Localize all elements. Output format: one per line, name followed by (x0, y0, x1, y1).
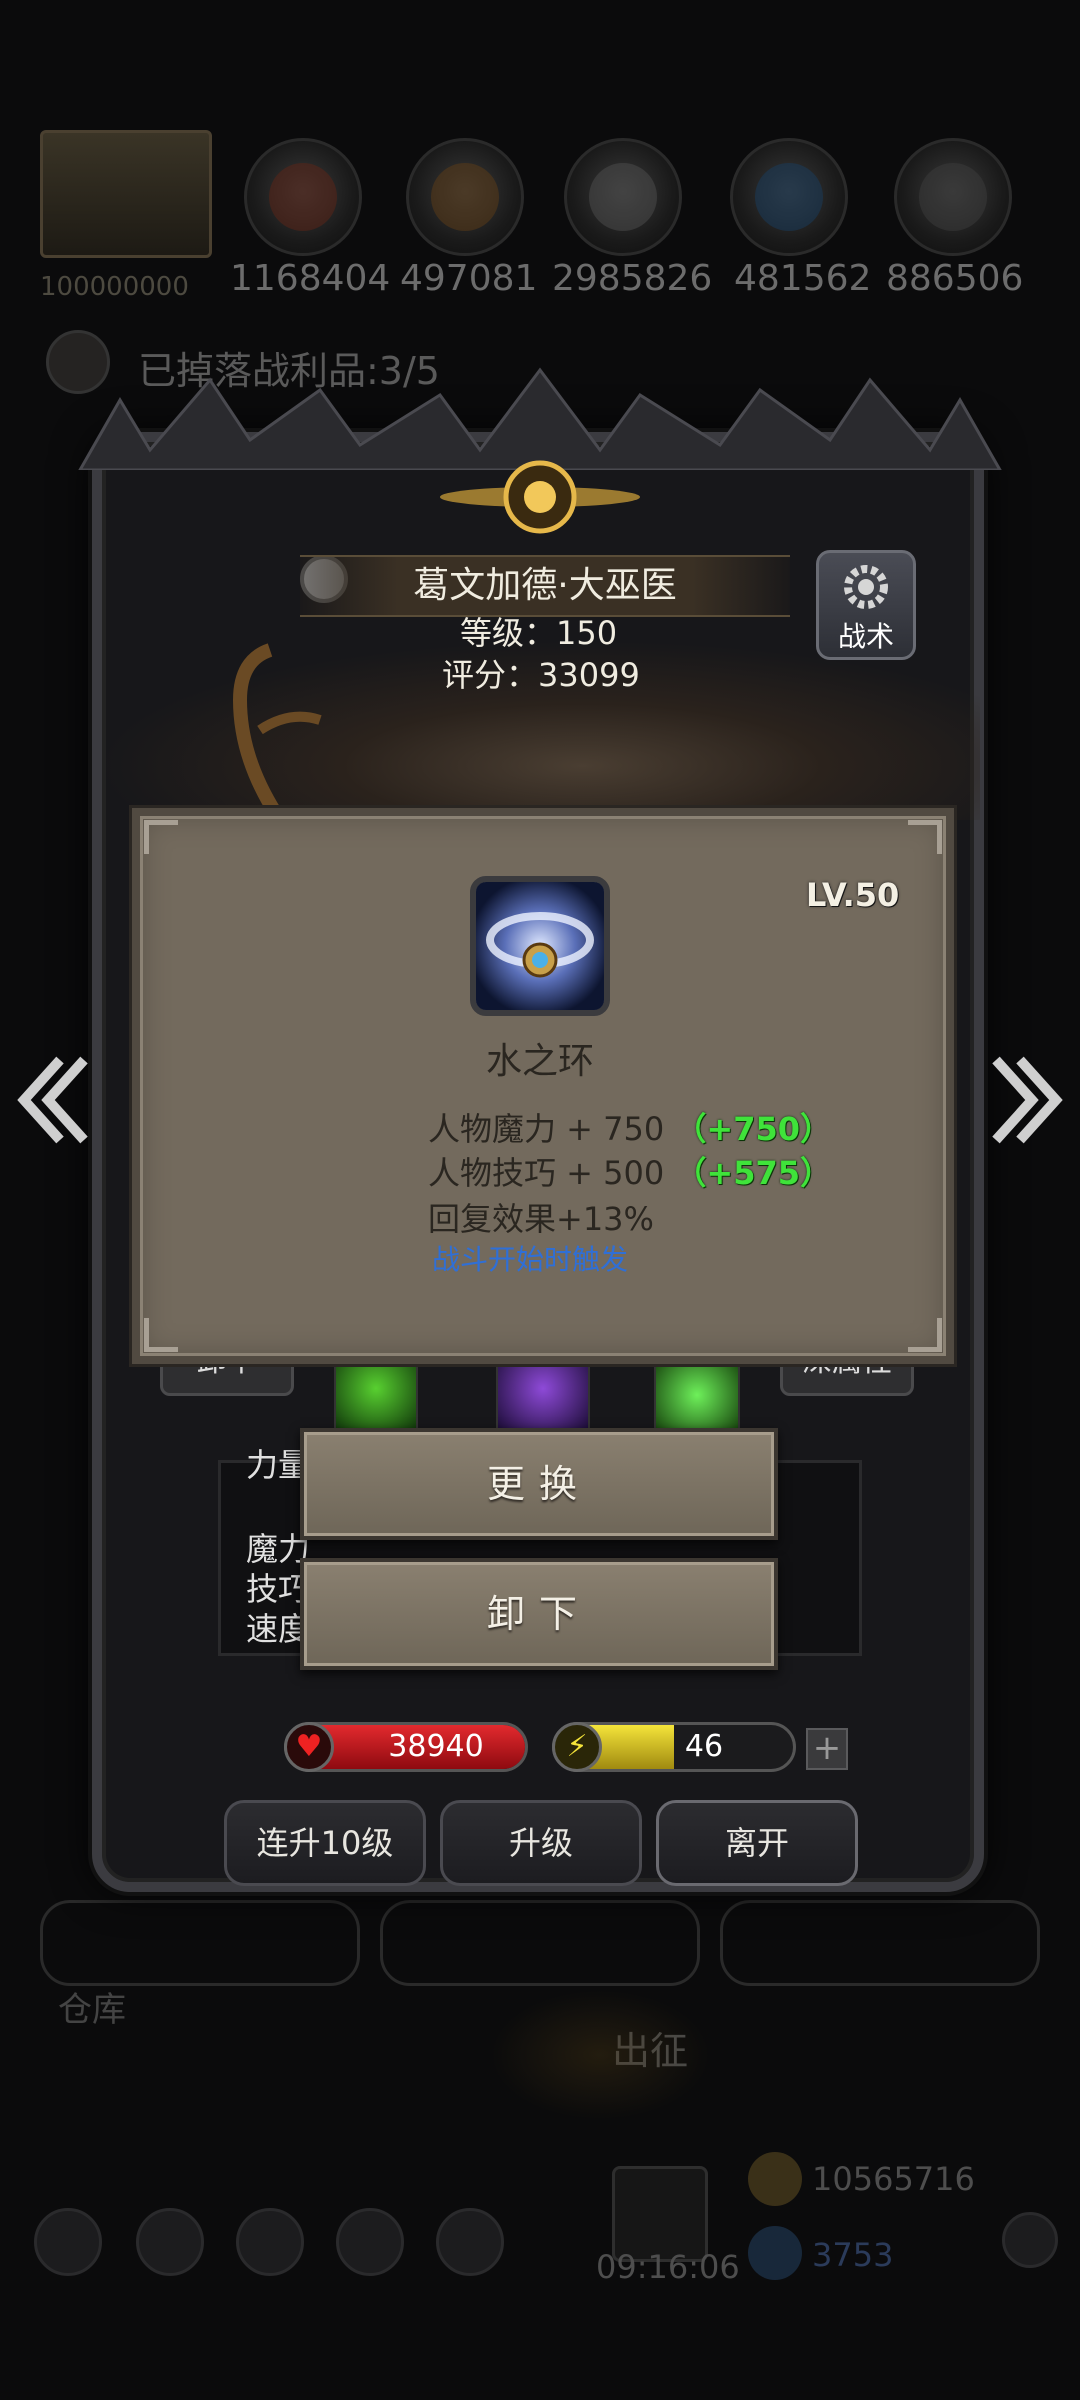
heart-icon: ♥ (284, 1722, 334, 1772)
level-up-10-button[interactable]: 连升10级 (224, 1800, 426, 1886)
water-ring-icon (476, 882, 604, 1010)
popup-corner-tr (908, 820, 942, 854)
menu-icon-3[interactable] (236, 2208, 304, 2276)
gem-value: 3753 (812, 2236, 894, 2274)
hero-power-value: 100000000 (40, 272, 189, 302)
item-effect: 回复效果+13% (428, 1200, 654, 1238)
item-stat-skill: 人物技巧 + 500 （+575） (428, 1148, 832, 1194)
antler-icon (232, 643, 322, 820)
item-name: 水之环 (485, 1041, 594, 1082)
expedition-glow (490, 1990, 710, 2120)
unequip-button-label: 卸下 (486, 1592, 591, 1636)
gear-icon (844, 565, 888, 609)
popup-corner-tl (144, 820, 178, 854)
skill-slot-2[interactable] (496, 1360, 590, 1430)
iron-icon[interactable] (894, 138, 1012, 256)
item-stat-magic: 人物魔力 + 750 （+750） (428, 1104, 832, 1150)
sun-emblem-icon (440, 460, 640, 534)
menu-icon-1[interactable] (34, 2208, 102, 2276)
tactic-button[interactable]: 战术 (816, 550, 916, 660)
gem-icon (748, 2226, 802, 2280)
hero-score: 评分：33099 (442, 656, 640, 694)
warehouse-tab[interactable] (40, 1900, 360, 1986)
add-currency-icon[interactable] (1002, 2212, 1058, 2268)
wood-icon[interactable] (406, 138, 524, 256)
gold-coin-icon (748, 2152, 802, 2206)
skill-slot-1[interactable] (334, 1360, 418, 1430)
hp-value: 38940 (388, 1729, 484, 1764)
right-tab[interactable] (720, 1900, 1040, 1986)
add-energy-button[interactable]: + (806, 1728, 848, 1770)
skill-slot-3[interactable] (654, 1360, 740, 1430)
popup-corner-br (908, 1318, 942, 1352)
item-trigger: 战斗开始时触发 (432, 1243, 629, 1276)
menu-icon-5[interactable] (436, 2208, 504, 2276)
menu-icon-4[interactable] (336, 2208, 404, 2276)
middle-tab[interactable] (380, 1900, 700, 1986)
hero-portrait[interactable] (40, 130, 212, 258)
gold-value: 10565716 (812, 2160, 975, 2198)
lightning-icon: ⚡ (552, 1722, 602, 1772)
unequip-button[interactable]: 卸下 (300, 1558, 778, 1670)
item-level: LV.50 (806, 876, 900, 914)
clock-text: 09:16:06 (596, 2248, 740, 2286)
level-up-button[interactable]: 升级 (440, 1800, 642, 1886)
wood-value: 497081 (400, 258, 538, 299)
meat-value: 1168404 (230, 258, 391, 299)
item-stat-magic-bonus: （+750） (674, 1110, 833, 1148)
energy-value: 46 (684, 1729, 724, 1764)
menu-icon-2[interactable] (136, 2208, 204, 2276)
leave-button[interactable]: 离开 (656, 1800, 858, 1886)
crystal-value: 481562 (734, 258, 872, 299)
meat-icon[interactable] (244, 138, 362, 256)
item-stat-skill-text: 人物技巧 + 500 (428, 1154, 665, 1192)
crystal-icon[interactable] (730, 138, 848, 256)
tactic-label: 战术 (837, 620, 894, 653)
item-stat-magic-text: 人物魔力 + 750 (428, 1110, 665, 1148)
stone-icon[interactable] (564, 138, 682, 256)
popup-corner-bl (144, 1318, 178, 1352)
stone-value: 2985826 (552, 258, 713, 299)
replace-button[interactable]: 更换 (300, 1428, 778, 1540)
item-icon-slot (470, 876, 610, 1016)
item-stat-skill-bonus: （+575） (674, 1154, 833, 1192)
replace-button-label: 更换 (486, 1462, 591, 1506)
iron-value: 886506 (886, 258, 1024, 299)
hero-level: 等级：150 (460, 614, 618, 652)
warehouse-label: 仓库 (58, 1990, 126, 2030)
